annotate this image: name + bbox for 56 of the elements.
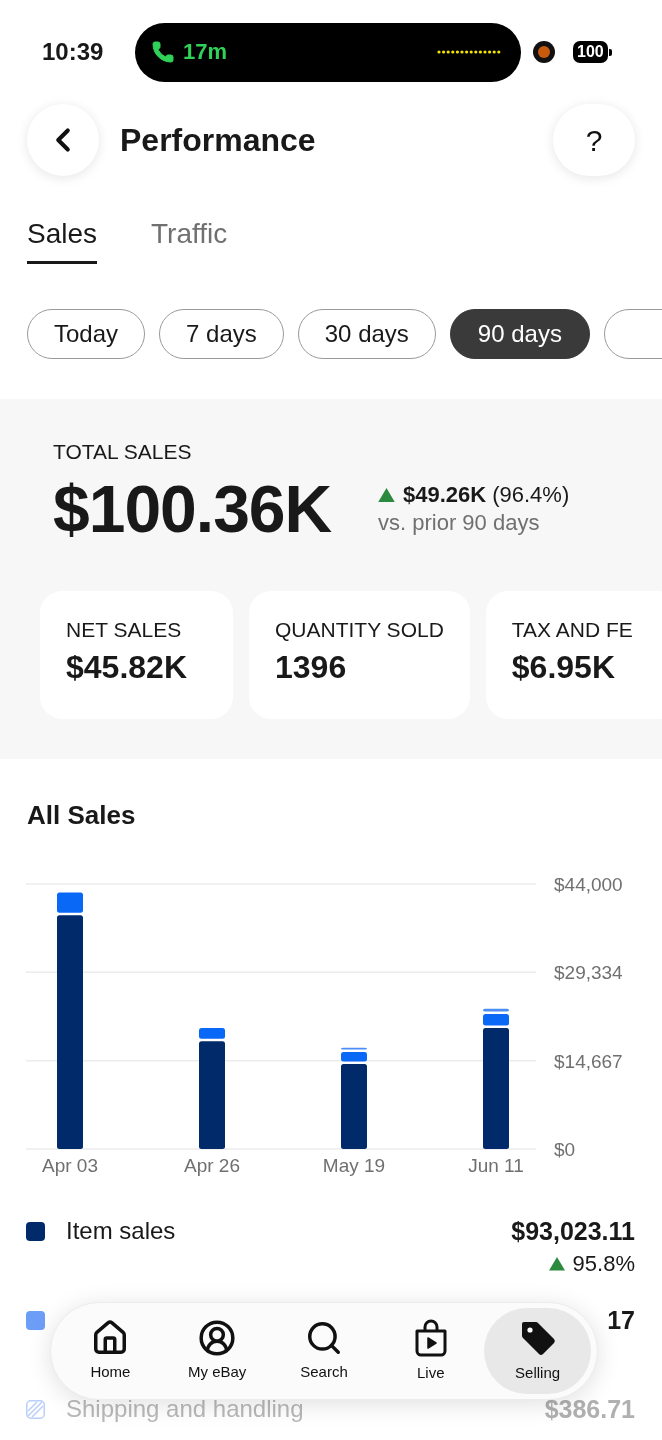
bar-segment — [341, 1052, 367, 1062]
axis-label: Jun 11 — [468, 1155, 524, 1176]
summary-label: TOTAL SALES — [53, 439, 193, 465]
metric-label: NET SALES — [66, 617, 183, 643]
nav-item[interactable]: Home — [57, 1308, 164, 1394]
bar-segment — [199, 1027, 225, 1039]
phone-icon — [151, 40, 175, 64]
battery-level: 100 — [573, 41, 608, 63]
axis-label: May 19 — [322, 1155, 386, 1176]
filter-chip[interactable]: Today — [27, 309, 146, 359]
metric-card[interactable]: TAX AND FE $6.95K — [485, 591, 662, 719]
tab[interactable]: Traffic — [151, 217, 228, 264]
bar-segment — [341, 1047, 367, 1050]
legend-label: Item sales — [66, 1216, 176, 1246]
battery-cap-icon — [608, 48, 612, 56]
dotted-waveform-icon — [437, 50, 501, 54]
call-duration: 17m — [183, 41, 228, 63]
metric-label: TAX AND FE — [511, 617, 634, 643]
filter-chip[interactable]: 90 days — [449, 309, 590, 359]
metric-value: $6.95K — [511, 648, 616, 687]
section-title: All Sales — [26, 799, 137, 831]
bar-segment — [57, 892, 83, 913]
axis-label: $0 — [554, 1139, 576, 1160]
axis-label: Apr 03 — [42, 1155, 98, 1176]
nav-item[interactable]: My eBay — [163, 1308, 271, 1394]
status-time: 10:39 — [42, 40, 105, 64]
change-amount: $49.26K — [403, 481, 487, 509]
legend-value: $93,023.11 — [511, 1216, 635, 1247]
axis-label: Apr 26 — [184, 1155, 240, 1176]
axis-label: $44,000 — [554, 874, 623, 895]
call-pill[interactable]: 17m — [135, 22, 521, 82]
filter-chip[interactable]: 30 days — [297, 309, 436, 359]
comparison-text: vs. prior 90 days — [378, 509, 541, 537]
legend-change: 95.8% — [572, 1250, 635, 1278]
legend-value: 17 — [607, 1305, 635, 1336]
metric-label: QUANTITY SOLD — [275, 617, 444, 643]
total-sales-value: $100.36K — [53, 473, 332, 545]
page-title: Performance — [120, 121, 316, 160]
metric-card[interactable]: NET SALES $45.82K — [40, 591, 233, 719]
change-percent: (96.4%) — [492, 481, 570, 509]
legend-value: $386.71 — [544, 1394, 635, 1425]
help-button[interactable]: ? — [553, 104, 635, 176]
metric-value: $45.82K — [66, 648, 188, 687]
nav-item[interactable]: Selling — [484, 1308, 591, 1394]
user-circle-icon — [198, 1318, 237, 1357]
legend-label: Shipping and handling — [66, 1394, 304, 1424]
tab[interactable]: Sales — [27, 217, 98, 264]
nav-item[interactable]: Search — [270, 1308, 378, 1394]
bar-segment — [483, 1008, 509, 1012]
axis-label: $14,667 — [554, 1050, 623, 1072]
metric-value: 1396 — [275, 648, 348, 687]
status-dot-icon — [533, 41, 555, 63]
axis-label: $29,334 — [554, 962, 623, 984]
nav-item[interactable]: Live — [377, 1308, 485, 1394]
filter-chip[interactable]: 7 days — [159, 309, 284, 359]
metric-card[interactable]: QUANTITY SOLD 1396 — [249, 591, 470, 719]
